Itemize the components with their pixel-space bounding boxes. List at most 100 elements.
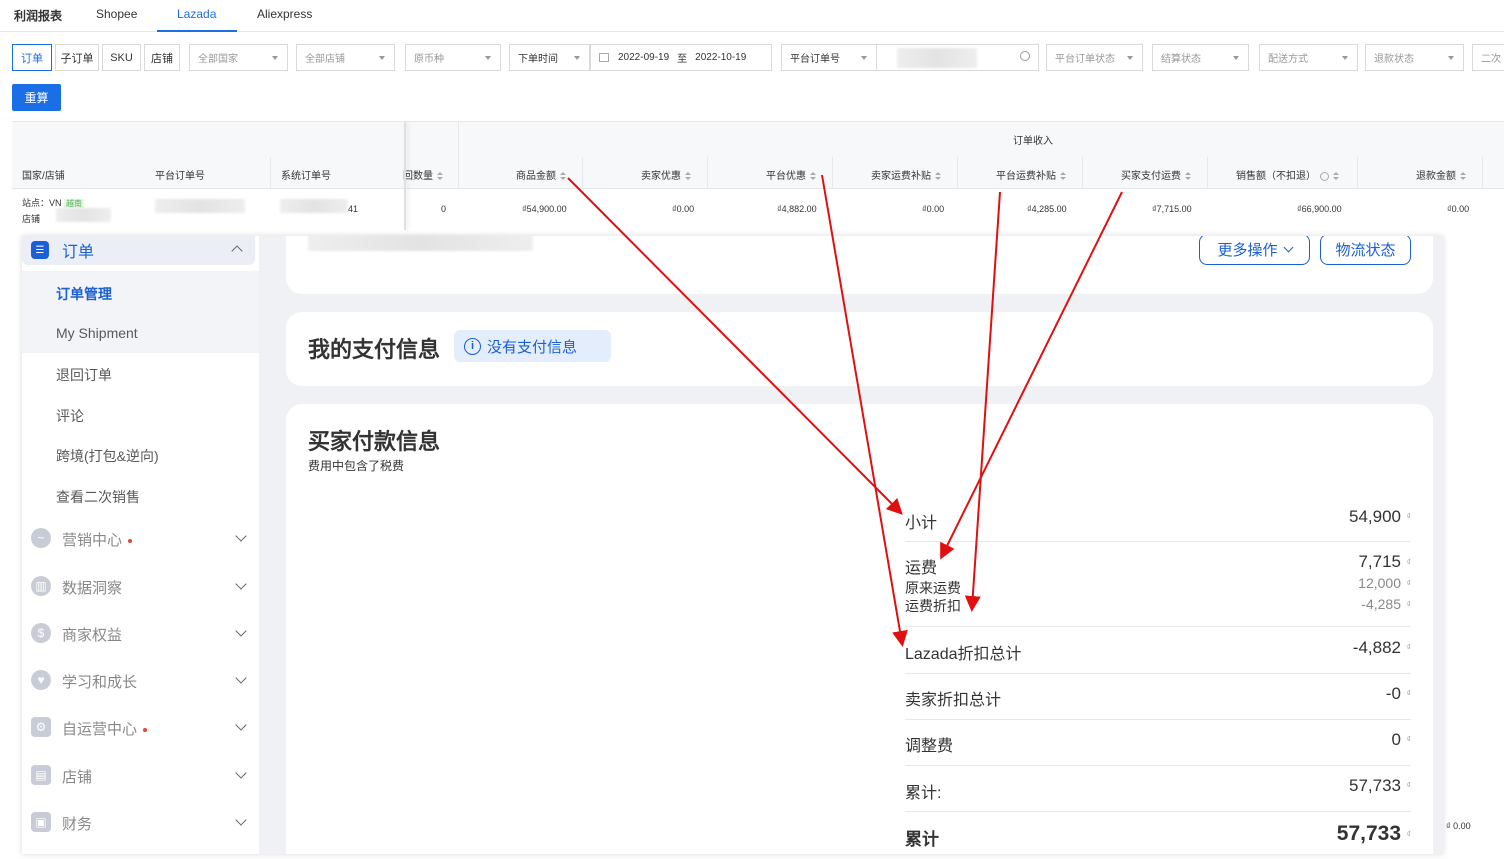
seg-store[interactable]: 店铺 [144, 44, 180, 71]
sort-icon[interactable] [1185, 171, 1191, 181]
header-refund-amount[interactable]: 退款金额 [1416, 167, 1466, 182]
original-shipping-value: 12,000 [1358, 575, 1401, 591]
bottom-total-value: ₫ 0.00 [1446, 821, 1471, 831]
header-sales-no-refund[interactable]: 销售额（不扣退） [1236, 167, 1339, 182]
settle-status-select[interactable]: 结算状态 [1152, 44, 1249, 71]
seg-sku[interactable]: SKU [102, 44, 141, 71]
my-payment-title: 我的支付信息 [308, 337, 441, 362]
sort-icon[interactable] [935, 171, 941, 181]
tab-shopee[interactable]: Shopee [96, 7, 137, 21]
chevron-down-icon [1448, 56, 1454, 60]
sidebar-group-orders[interactable]: ☰ 订单 [22, 236, 255, 265]
order-search-input[interactable] [876, 44, 1039, 71]
time-type-select[interactable]: 下单时间 [509, 44, 590, 71]
sidebar-group-insights-label: 数据洞察 [62, 580, 123, 597]
currency-symbol: ₫ [1406, 689, 1411, 698]
sidebar-group-store[interactable]: ▤ 店铺 [22, 761, 259, 791]
currency-symbol: ₫ [1406, 512, 1411, 521]
header-return-qty-label: 回数量 [403, 171, 433, 182]
seg-suborder[interactable]: 子订单 [55, 44, 99, 71]
logistics-status-button[interactable]: 物流状态 [1320, 236, 1411, 265]
tab-profit-report[interactable]: 利润报表 [14, 7, 62, 24]
sort-icon[interactable] [685, 171, 691, 181]
ship-method-select[interactable]: 配送方式 [1259, 44, 1358, 71]
sidebar-group-insights[interactable]: ▥ 数据洞察 [22, 572, 259, 602]
recalculate-button[interactable]: 重算 [12, 84, 61, 111]
shipping-label: 运费 [905, 560, 938, 577]
platform-status-value: 平台订单状态 [1055, 54, 1115, 65]
sidebar-group-learning-label: 学习和成长 [62, 674, 138, 691]
date-range-picker[interactable]: 2022-09-19 至 2022-10-19 [590, 44, 772, 71]
order-number-type-select[interactable]: 平台订单号 [781, 44, 877, 71]
sort-icon[interactable] [810, 171, 816, 181]
chevron-down-icon [235, 625, 247, 637]
currency-symbol: ₫ [1406, 600, 1411, 609]
sidebar-item-reviews[interactable]: 评论 [56, 406, 84, 426]
calendar-icon [599, 53, 609, 62]
sidebar-group-marketing[interactable]: ~ 营销中心 [22, 524, 259, 554]
chevron-up-icon[interactable] [231, 245, 243, 257]
country-select[interactable]: 全部国家 [189, 44, 288, 71]
total-row: 累计: 57,733 ₫ [905, 766, 1411, 812]
header-return-qty[interactable]: 回数量 [403, 167, 443, 182]
sidebar-item-order-management[interactable]: 订单管理 [56, 284, 112, 304]
platform-status-select[interactable]: 平台订单状态 [1046, 44, 1143, 71]
header-goods-amount[interactable]: 商品金额 [516, 167, 566, 182]
sidebar-group-self-operation[interactable]: ⚙ 自运营中心 [22, 713, 259, 743]
group-header-label: 订单收入 [1013, 136, 1053, 147]
store-icon: ▤ [31, 765, 51, 785]
row-seller-ship-subsidy: ₫0.00 [922, 204, 945, 214]
header-seller-discount-label: 卖家优惠 [641, 171, 681, 182]
notification-dot [128, 539, 133, 544]
sort-icon[interactable] [560, 171, 566, 181]
row-sales-no-refund: ₫66,900.00 [1297, 204, 1342, 214]
grand-total-value: 57,733 [1336, 822, 1401, 845]
sidebar-item-crossborder[interactable]: 跨境(打包&逆向) [56, 446, 159, 466]
header-platform-ship-subsidy[interactable]: 平台运费补贴 [996, 167, 1066, 182]
dollar-icon: $ [31, 623, 51, 643]
sort-icon[interactable] [437, 171, 443, 181]
sidebar-group-finance[interactable]: ▣ 财务 [22, 808, 259, 838]
group-header: 订单收入 [458, 122, 1504, 157]
more-actions-button[interactable]: 更多操作 [1199, 236, 1310, 265]
sidebar-group-benefits-label: 商家权益 [62, 627, 123, 644]
header-seller-discount[interactable]: 卖家优惠 [641, 167, 691, 182]
second-sale-select[interactable]: 二次 [1472, 44, 1504, 71]
chevron-down-icon [235, 672, 247, 684]
sidebar-item-my-shipment[interactable]: My Shipment [56, 325, 138, 341]
help-icon[interactable] [1320, 171, 1329, 181]
sidebar-group-benefits[interactable]: $ 商家权益 [22, 619, 259, 649]
currency-symbol: ₫ [1406, 781, 1411, 790]
header-platform-discount[interactable]: 平台优惠 [766, 167, 816, 182]
time-type-value: 下单时间 [518, 54, 558, 65]
total-value: 57,733 [1349, 776, 1401, 795]
currency-symbol: ₫ [1406, 643, 1411, 652]
sort-icon[interactable] [1460, 171, 1466, 181]
header-seller-ship-subsidy[interactable]: 卖家运费补贴 [871, 167, 941, 182]
header-refund-amount-label: 退款金额 [1416, 171, 1456, 182]
sort-icon[interactable] [1333, 171, 1339, 181]
refund-status-select[interactable]: 退款状态 [1365, 44, 1464, 71]
sort-icon[interactable] [1060, 171, 1066, 181]
header-platform-order: 平台订单号 [155, 171, 205, 182]
chevron-down-icon [272, 56, 278, 60]
redacted-store [56, 208, 111, 222]
sidebar-item-second-sales[interactable]: 查看二次销售 [56, 487, 140, 507]
adjustment-row: 调整费 0 ₫ [905, 720, 1411, 766]
total-label: 累计: [905, 785, 942, 802]
seg-order[interactable]: 订单 [12, 44, 52, 71]
header-buyer-ship-fee[interactable]: 买家支付运费 [1121, 167, 1191, 182]
order-number-type-value: 平台订单号 [790, 54, 840, 65]
row-seller-discount: ₫0.00 [672, 204, 695, 214]
chevron-down-icon [235, 719, 247, 731]
sidebar-item-returns[interactable]: 退回订单 [56, 365, 112, 385]
store-select[interactable]: 全部店铺 [296, 44, 395, 71]
tab-lazada[interactable]: Lazada [177, 7, 216, 21]
search-icon[interactable] [1020, 51, 1030, 61]
tab-aliexpress[interactable]: Aliexpress [257, 7, 312, 21]
frozen-column-divider [404, 122, 406, 230]
currency-select[interactable]: 原币种 [405, 44, 501, 71]
lazada-order-detail-panel: ☰ 订单 订单管理 My Shipment 退回订单 评论 跨境(打包&逆向) … [22, 236, 1443, 854]
sidebar-group-learning[interactable]: ♥ 学习和成长 [22, 666, 259, 696]
buyer-payment-title: 买家付款信息 [308, 429, 441, 454]
